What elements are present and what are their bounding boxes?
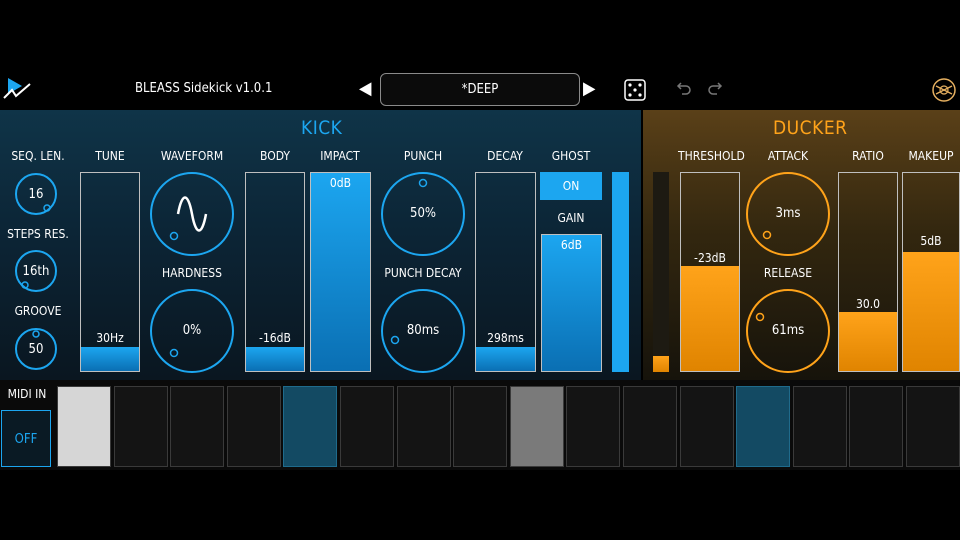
- step-button[interactable]: [283, 386, 338, 467]
- ducker-section-title: DUCKER: [773, 117, 848, 139]
- groove-value: 50: [28, 342, 44, 357]
- tune-slider[interactable]: 30Hz: [80, 172, 140, 372]
- sine-wave-icon: [176, 196, 208, 232]
- bleass-logo-icon[interactable]: [931, 77, 957, 103]
- step-button[interactable]: [792, 386, 847, 467]
- seq-len-label: SEQ. LEN.: [11, 149, 65, 163]
- step-button[interactable]: [509, 386, 564, 467]
- gain-value: 6dB: [560, 238, 583, 252]
- body-value: -16dB: [259, 331, 291, 345]
- threshold-value: -23dB: [694, 251, 726, 265]
- step-button[interactable]: [623, 386, 677, 467]
- threshold-slider[interactable]: -23dB: [680, 172, 740, 372]
- makeup-label: MAKEUP: [908, 149, 954, 163]
- next-preset-button[interactable]: ▶: [583, 78, 595, 99]
- punch-value: 50%: [410, 206, 436, 221]
- waveform-label: WAVEFORM: [160, 149, 224, 163]
- kick-output-meter-fill: [612, 172, 629, 372]
- ratio-label: RATIO: [852, 149, 884, 163]
- step-button[interactable]: [396, 386, 451, 467]
- dice-icon[interactable]: [624, 79, 646, 101]
- makeup-value: 5dB: [920, 234, 942, 248]
- bleass-app-logo-icon[interactable]: [2, 76, 32, 102]
- step-button[interactable]: [566, 386, 621, 467]
- redo-icon[interactable]: [707, 80, 723, 96]
- gain-slider[interactable]: 6dB: [541, 234, 602, 372]
- step-button[interactable]: [340, 386, 394, 467]
- impact-fill: [311, 173, 370, 371]
- step-button[interactable]: [453, 386, 508, 467]
- tune-label: TUNE: [95, 149, 125, 163]
- decay-label: DECAY: [487, 149, 523, 163]
- steps-res-value: 16th: [22, 264, 50, 279]
- ratio-fill: [839, 311, 897, 371]
- prev-preset-button[interactable]: ◀: [359, 78, 371, 99]
- makeup-slider[interactable]: 5dB: [902, 172, 960, 372]
- hardness-label: HARDNESS: [162, 266, 222, 280]
- kick-output-meter: [612, 172, 629, 372]
- gain-fill: [542, 235, 601, 371]
- ducker-meter: [653, 172, 669, 372]
- step-button[interactable]: [736, 386, 791, 467]
- step-button[interactable]: [849, 386, 904, 467]
- step-button[interactable]: [170, 386, 225, 467]
- step-button[interactable]: [113, 386, 168, 467]
- step-button[interactable]: [906, 386, 960, 467]
- release-value: 61ms: [771, 323, 805, 338]
- kick-section-title: KICK: [301, 117, 343, 139]
- release-label: RELEASE: [763, 266, 813, 280]
- body-label: BODY: [260, 149, 290, 163]
- app-title: BLEASS Sidekick v1.0.1: [135, 81, 273, 96]
- waveform-knob[interactable]: [148, 170, 238, 260]
- punch-decay-label: PUNCH DECAY: [384, 266, 462, 280]
- ducker-meter-fill: [653, 356, 669, 372]
- tune-fill: [81, 347, 139, 371]
- attack-label: ATTACK: [767, 149, 809, 163]
- impact-slider[interactable]: 0dB: [310, 172, 371, 372]
- threshold-label: THRESHOLD: [678, 149, 745, 163]
- hardness-value: 0%: [182, 323, 202, 338]
- attack-value: 3ms: [775, 206, 801, 221]
- steps-res-label: STEPS RES.: [7, 227, 69, 241]
- ratio-value: 30.0: [855, 297, 881, 311]
- undo-icon[interactable]: [676, 80, 692, 96]
- gain-label: GAIN: [557, 211, 585, 225]
- groove-label: GROOVE: [14, 304, 62, 318]
- ghost-label: GHOST: [551, 149, 591, 163]
- seq-len-value: 16: [28, 187, 44, 202]
- ratio-slider[interactable]: 30.0: [838, 172, 898, 372]
- impact-value: 0dB: [329, 176, 352, 190]
- step-button[interactable]: [57, 386, 111, 467]
- threshold-fill: [681, 266, 739, 371]
- body-fill: [246, 347, 304, 371]
- decay-slider[interactable]: 298ms: [475, 172, 536, 372]
- body-slider[interactable]: -16dB: [245, 172, 305, 372]
- tune-value: 30Hz: [96, 331, 124, 345]
- decay-fill: [476, 347, 535, 371]
- punch-decay-value: 80ms: [406, 323, 440, 338]
- decay-value: 298ms: [487, 331, 524, 345]
- midi-in-label: MIDI IN: [7, 387, 47, 401]
- impact-label: IMPACT: [320, 149, 360, 163]
- ghost-toggle[interactable]: ON: [540, 172, 602, 200]
- midi-in-toggle[interactable]: OFF: [1, 410, 51, 467]
- makeup-fill: [903, 252, 959, 371]
- step-button[interactable]: [679, 386, 734, 467]
- preset-name-box[interactable]: *DEEP: [380, 73, 580, 106]
- punch-label: PUNCH: [403, 149, 443, 163]
- step-button[interactable]: [226, 386, 281, 467]
